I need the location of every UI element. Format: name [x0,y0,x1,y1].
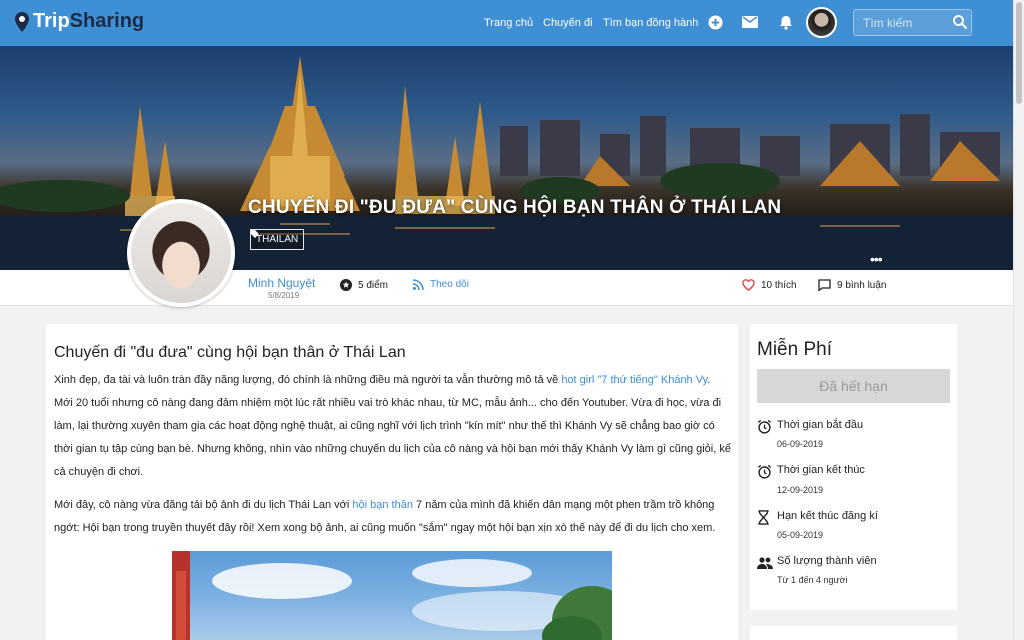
member-count-value: Từ 1 đến 4 người [777,575,848,585]
start-time-value: 06-09-2019 [777,439,824,449]
comment-button[interactable]: 9 bình luận [818,279,887,291]
scrollbar-thumb[interactable] [1016,2,1022,104]
article-photo [172,551,612,640]
best-friends-link[interactable]: hội bạn thân [352,499,413,511]
map-pin-icon [15,11,29,32]
search-input[interactable] [854,10,949,35]
trip-tag[interactable]: THAILAN [250,229,305,250]
brand-name-trip: Trip [33,10,70,32]
author-points-label: 5 điểm [358,279,389,291]
group-icon [757,557,773,569]
page-scrollbar[interactable] [1013,0,1024,640]
trip-info-card: Miễn Phí Đã hết hạn Thời gian bắt đầu 06… [750,324,957,610]
notification-bell-icon[interactable] [777,13,795,31]
brand-name-sharing: Sharing [69,10,145,32]
post-date: 5/8/2019 [268,291,300,300]
comment-count: 9 bình luận [837,279,887,291]
end-time-label: Thời gian kết thúc [777,464,865,476]
registration-deadline-value: 05-09-2019 [777,530,824,540]
user-avatar[interactable] [806,7,837,38]
price-label: Miễn Phí [757,339,832,360]
star-badge-icon [340,279,352,291]
nav-find-companion-link[interactable]: Tìm bạn đồng hành [603,17,698,29]
article-paragraph-1: Xinh đẹp, đa tài và luôn tràn đầy năng l… [54,369,732,484]
expired-status-button[interactable]: Đã hết hạn [757,369,950,403]
mail-icon[interactable] [741,13,759,31]
p2-text-before: Mới đây, cô nàng vừa đăng tải bộ ảnh đi … [54,499,353,511]
tag-icon [251,230,259,238]
brand-logo[interactable]: Trip Sharing [14,10,144,33]
add-icon[interactable] [706,13,724,31]
author-avatar[interactable] [127,199,235,307]
search-icon[interactable] [952,14,968,35]
end-time-value: 12-09-2019 [777,485,824,495]
hourglass-icon [758,510,769,525]
secondary-sidebar-card [750,626,957,640]
like-button[interactable]: 10 thích [742,279,797,291]
hot-girl-link[interactable]: hot girl "7 thứ tiếng" Khánh Vy [561,374,707,386]
alarm-clock-icon [757,464,772,479]
start-time-label: Thời gian bắt đầu [777,419,864,431]
p1-text-after: . Mới 20 tuổi nhưng cô nàng đang đảm nhi… [54,374,731,478]
like-count: 10 thích [761,279,797,291]
trip-title: CHUYẾN ĐI "ĐU ĐƯA" CÙNG HỘI BẠN THÂN Ở T… [248,197,782,218]
trip-tag-label: THAILAN [256,234,299,245]
article-paragraph-2: Mới đây, cô nàng vừa đăng tải bộ ảnh đi … [54,494,732,540]
alarm-clock-icon [757,419,772,434]
author-name[interactable]: Minh Nguyệt [248,276,315,290]
search-box [853,9,972,36]
comment-icon [818,279,831,291]
top-navbar: Trip Sharing Trang chủ Chuyến đi Tìm bạn … [0,0,1013,46]
nav-home-link[interactable]: Trang chủ [484,17,533,29]
heart-icon [742,279,755,291]
rss-icon [413,279,424,290]
follow-label: Theo dõi [430,279,469,290]
article-card: Chuyến đi "đu đưa" cùng hội bạn thân ở T… [46,324,738,640]
article-heading: Chuyến đi "đu đưa" cùng hội bạn thân ở T… [54,344,406,361]
nav-trips-link[interactable]: Chuyến đi [543,17,593,29]
more-options-icon[interactable]: ••• [870,251,883,267]
author-points: 5 điểm [340,279,388,291]
p1-text-before: Xinh đẹp, đa tài và luôn tràn đầy năng l… [54,374,562,386]
follow-button[interactable]: Theo dõi [413,279,469,290]
member-count-label: Số lượng thành viên [777,555,877,567]
registration-deadline-label: Hạn kết thúc đăng kí [777,510,878,522]
